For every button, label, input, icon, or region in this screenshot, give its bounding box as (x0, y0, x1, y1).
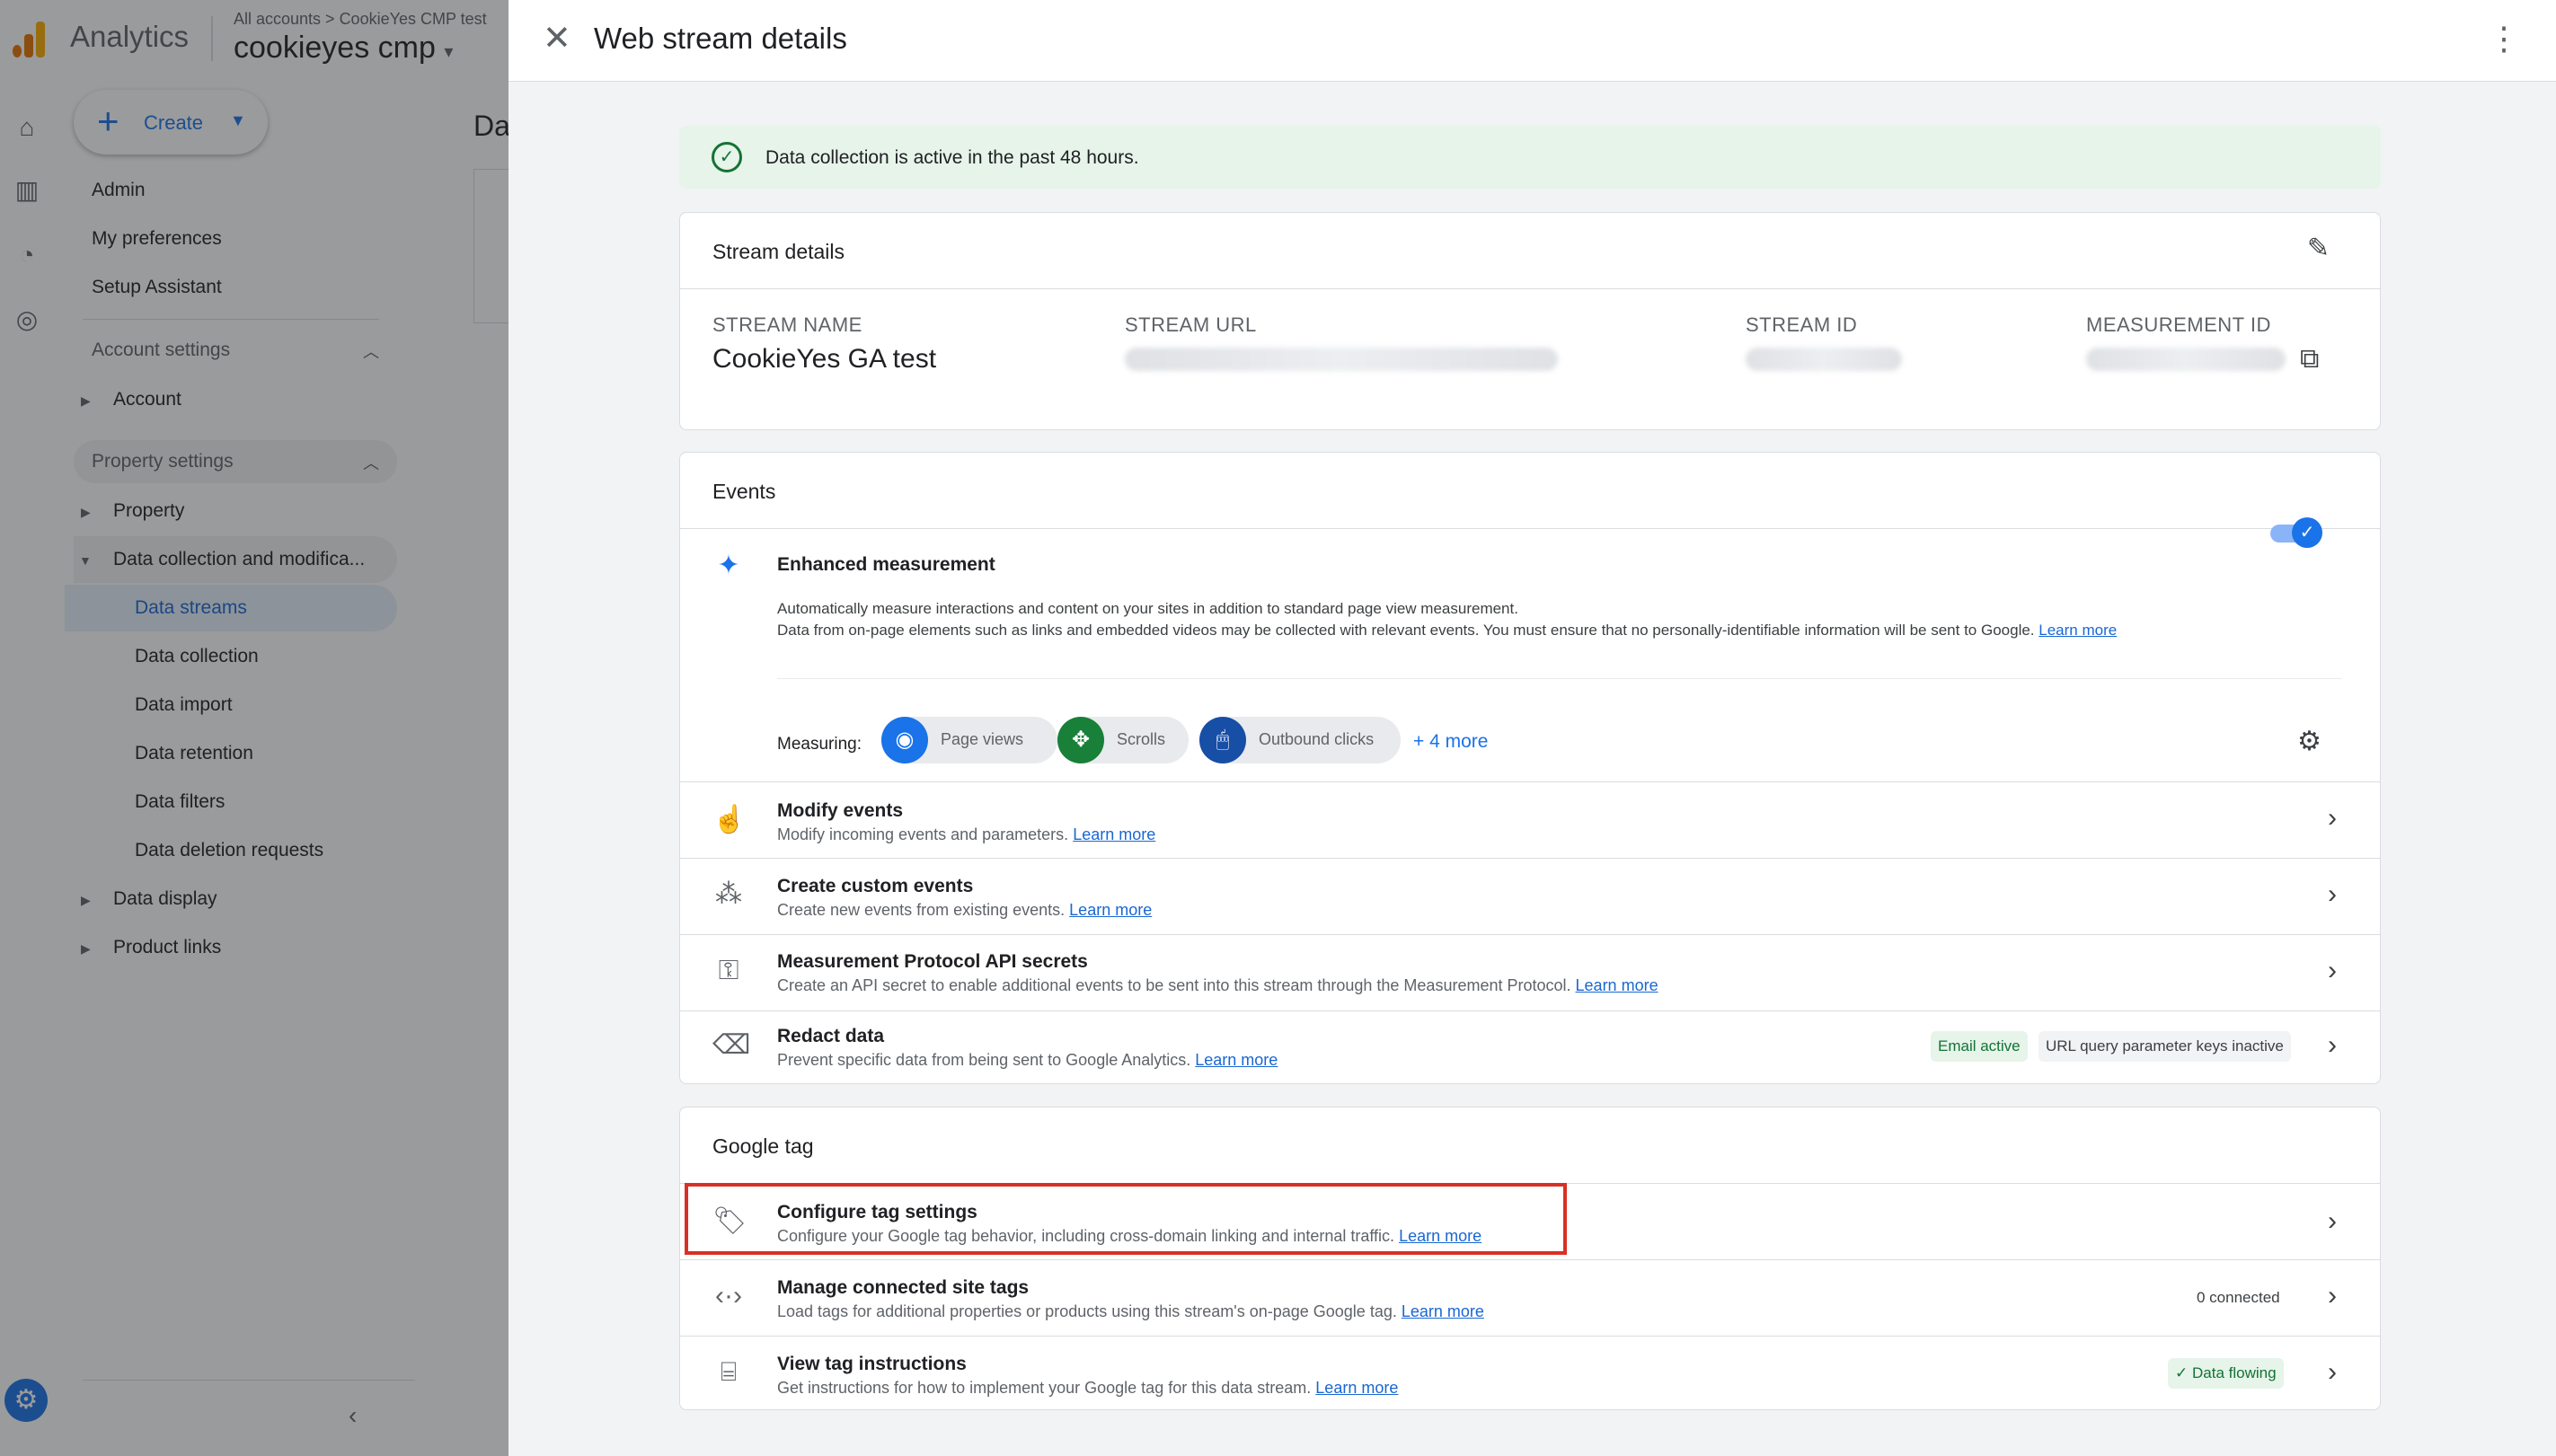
row-title: View tag instructions (777, 1354, 967, 1374)
annotation-highlight-box (685, 1183, 1567, 1255)
row-subtitle: Prevent specific data from being sent to… (777, 1051, 1278, 1070)
status-badge: URL query parameter keys inactive (2039, 1031, 2291, 1062)
measure-chip-label: Scrolls (1117, 730, 1166, 748)
em-desc-line2: Data from on-page elements such as links… (777, 622, 2035, 639)
data-flowing-label: Data flowing (2191, 1364, 2277, 1381)
chevron-right-icon: › (2328, 1281, 2337, 1310)
google-tag-card: Google tag 🏷 Configure tag settings Conf… (679, 1107, 2381, 1410)
touch-icon: ☝ (712, 805, 747, 834)
inner-divider (777, 678, 2342, 679)
stream-name-label: STREAM NAME (712, 313, 862, 336)
row-subtitle-text: Get instructions for how to implement yo… (777, 1379, 1312, 1397)
measuring-label: Measuring: (777, 735, 862, 754)
row-subtitle-text: Prevent specific data from being sent to… (777, 1051, 1191, 1069)
eye-icon: ◉ (881, 717, 928, 763)
stream-details-card: Stream details ✎ STREAM NAME CookieYes G… (679, 212, 2381, 430)
more-measures-link[interactable]: + 4 more (1413, 731, 1488, 753)
em-desc-line1: Automatically measure interactions and c… (777, 600, 1518, 617)
measure-chip-label: Outbound clicks (1259, 730, 1375, 748)
chevron-right-icon: › (2328, 956, 2337, 985)
panel-title: Web stream details (594, 22, 847, 55)
measure-chip-page-views: ◉ Page views (881, 717, 1057, 763)
row-subtitle: Modify incoming events and parameters. L… (777, 825, 1155, 844)
check-icon: ✓ (2175, 1364, 2189, 1381)
connected-count-badge: 0 connected (2197, 1289, 2280, 1306)
row-subtitle: Create new events from existing events. … (777, 901, 1152, 920)
stream-url-value-redacted (1125, 348, 1558, 371)
learn-more-link[interactable]: Learn more (1195, 1051, 1278, 1069)
panel-header: ✕ Web stream details ⋮ (509, 0, 2556, 82)
learn-more-link[interactable]: Learn more (1073, 825, 1155, 843)
chevron-right-icon: › (2328, 879, 2337, 909)
chevron-right-icon: › (2328, 1206, 2337, 1236)
measure-chip-scrolls: ✥ Scrolls (1057, 717, 1189, 763)
chevron-right-icon: › (2328, 1030, 2337, 1060)
card-divider (680, 528, 2380, 529)
sparkle-icon: ✦ (717, 551, 740, 580)
more-vert-icon[interactable]: ⋮ (2488, 18, 2520, 59)
measurement-id-label: MEASUREMENT ID (2086, 313, 2271, 336)
stream-id-label: STREAM ID (1746, 313, 1858, 336)
chevron-right-icon: › (2328, 1357, 2337, 1387)
row-subtitle: Load tags for additional properties or p… (777, 1302, 1484, 1321)
redact-data-row[interactable]: ⌫ Redact data Prevent specific data from… (680, 1011, 2380, 1083)
enhanced-measurement-title: Enhanced measurement (777, 554, 995, 575)
data-flowing-badge: ✓ Data flowing (2168, 1358, 2284, 1389)
google-tag-heading: Google tag (712, 1134, 814, 1158)
enhanced-measurement-toggle[interactable]: ✓ (2270, 517, 2324, 548)
row-subtitle-text: Create an API secret to enable additiona… (777, 976, 1571, 994)
view-tag-instructions-row[interactable]: ⌸ View tag instructions Get instructions… (680, 1337, 2380, 1410)
learn-more-link[interactable]: Learn more (1315, 1379, 1398, 1397)
row-title: Create custom events (777, 876, 974, 896)
status-banner-text: Data collection is active in the past 48… (765, 147, 1139, 168)
stream-id-value-redacted (1746, 348, 1902, 371)
close-icon[interactable]: ✕ (543, 18, 571, 59)
measure-chip-outbound-clicks: 🖱 Outbound clicks (1199, 717, 1401, 763)
status-badge: Email active (1931, 1031, 2028, 1062)
row-title: Measurement Protocol API secrets (777, 951, 1088, 972)
sparkle-click-icon: ⁂ (715, 879, 742, 909)
events-heading: Events (712, 480, 776, 503)
stream-details-heading: Stream details (712, 240, 845, 263)
code-file-icon: ⌸ (721, 1357, 737, 1387)
mouse-icon: 🖱 (1199, 717, 1246, 763)
row-subtitle: Create an API secret to enable additiona… (777, 976, 1658, 995)
row-subtitle-text: Load tags for additional properties or p… (777, 1302, 1397, 1320)
learn-more-link[interactable]: Learn more (2039, 622, 2117, 639)
edit-pencil-icon[interactable]: ✎ (2307, 233, 2330, 264)
card-divider (680, 288, 2380, 289)
check-circle-icon: ✓ (712, 142, 742, 172)
measurement-protocol-row[interactable]: ⚿ Measurement Protocol API secrets Creat… (680, 935, 2380, 1010)
row-title: Redact data (777, 1026, 885, 1046)
create-custom-events-row[interactable]: ⁂ Create custom events Create new events… (680, 859, 2380, 934)
key-icon: ⚿ (718, 956, 739, 985)
scroll-arrows-icon: ✥ (1057, 717, 1104, 763)
enhanced-measurement-description: Automatically measure interactions and c… (777, 598, 2251, 641)
chevron-right-icon: › (2328, 803, 2337, 833)
row-subtitle: Get instructions for how to implement yo… (777, 1379, 1398, 1398)
learn-more-link[interactable]: Learn more (1069, 901, 1152, 919)
settings-gear-icon[interactable]: ⚙ (2297, 726, 2322, 757)
row-title: Manage connected site tags (777, 1277, 1030, 1298)
events-card: Events ✦ Enhanced measurement Automatica… (679, 452, 2381, 1084)
row-subtitle-text: Create new events from existing events. (777, 901, 1066, 919)
measurement-id-value-redacted (2086, 348, 2286, 371)
modify-events-row[interactable]: ☝ Modify events Modify incoming events a… (680, 782, 2380, 858)
stream-name-value: CookieYes GA test (712, 344, 937, 374)
copy-icon[interactable]: ⧉ (2300, 344, 2319, 375)
measure-chip-label: Page views (941, 730, 1024, 748)
stream-url-label: STREAM URL (1125, 313, 1257, 336)
learn-more-link[interactable]: Learn more (1402, 1302, 1484, 1320)
status-banner: ✓ Data collection is active in the past … (679, 126, 2381, 189)
row-subtitle-text: Modify incoming events and parameters. (777, 825, 1069, 843)
code-brackets-icon: ‹·› (715, 1281, 742, 1310)
modal-scrim[interactable] (0, 0, 509, 1456)
manage-connected-site-tags-row[interactable]: ‹·› Manage connected site tags Load tags… (680, 1260, 2380, 1336)
eraser-icon: ⌫ (712, 1030, 751, 1060)
row-title: Modify events (777, 800, 904, 821)
check-icon: ✓ (2292, 517, 2322, 548)
learn-more-link[interactable]: Learn more (1576, 976, 1658, 994)
